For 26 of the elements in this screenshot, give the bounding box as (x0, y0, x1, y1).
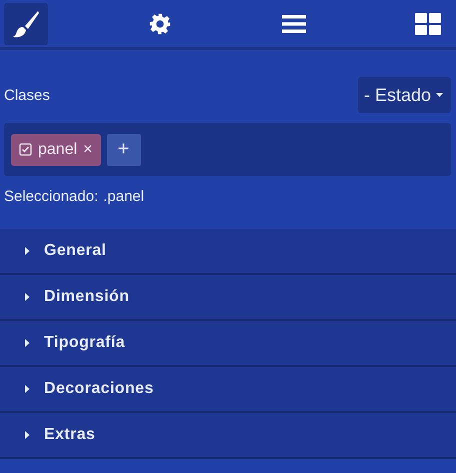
caret-icon (436, 92, 443, 98)
paintbrush-icon (11, 9, 41, 39)
settings-icon (149, 13, 171, 35)
checkbox-icon[interactable] (19, 143, 32, 156)
classes-label: Clases (4, 86, 50, 104)
sector-header[interactable]: Decoraciones (0, 367, 456, 413)
tags-field[interactable]: panel × + (4, 123, 451, 176)
tag-name: panel (38, 140, 78, 158)
tool-tab[interactable] (4, 3, 48, 45)
caret-icon (24, 385, 30, 393)
caret-icon (24, 431, 30, 439)
remove-tag-button[interactable]: × (83, 140, 92, 158)
selected-label: Seleccionado: (4, 188, 98, 205)
state-dropdown[interactable]: - Estado (358, 77, 451, 113)
sector-header[interactable]: Dimensión (0, 275, 456, 321)
caret-icon (24, 339, 30, 347)
grid-icon (415, 13, 441, 35)
sector-header[interactable]: Extras (0, 413, 456, 459)
selected-class: .panel (103, 188, 144, 205)
menu-icon (282, 14, 306, 34)
sector-header[interactable]: General (0, 229, 456, 275)
caret-icon (24, 247, 30, 255)
class-tag[interactable]: panel × (11, 134, 100, 166)
add-class-button[interactable]: + (106, 134, 140, 166)
caret-icon (24, 293, 30, 301)
sector-header[interactable]: Tipografía (0, 321, 456, 367)
